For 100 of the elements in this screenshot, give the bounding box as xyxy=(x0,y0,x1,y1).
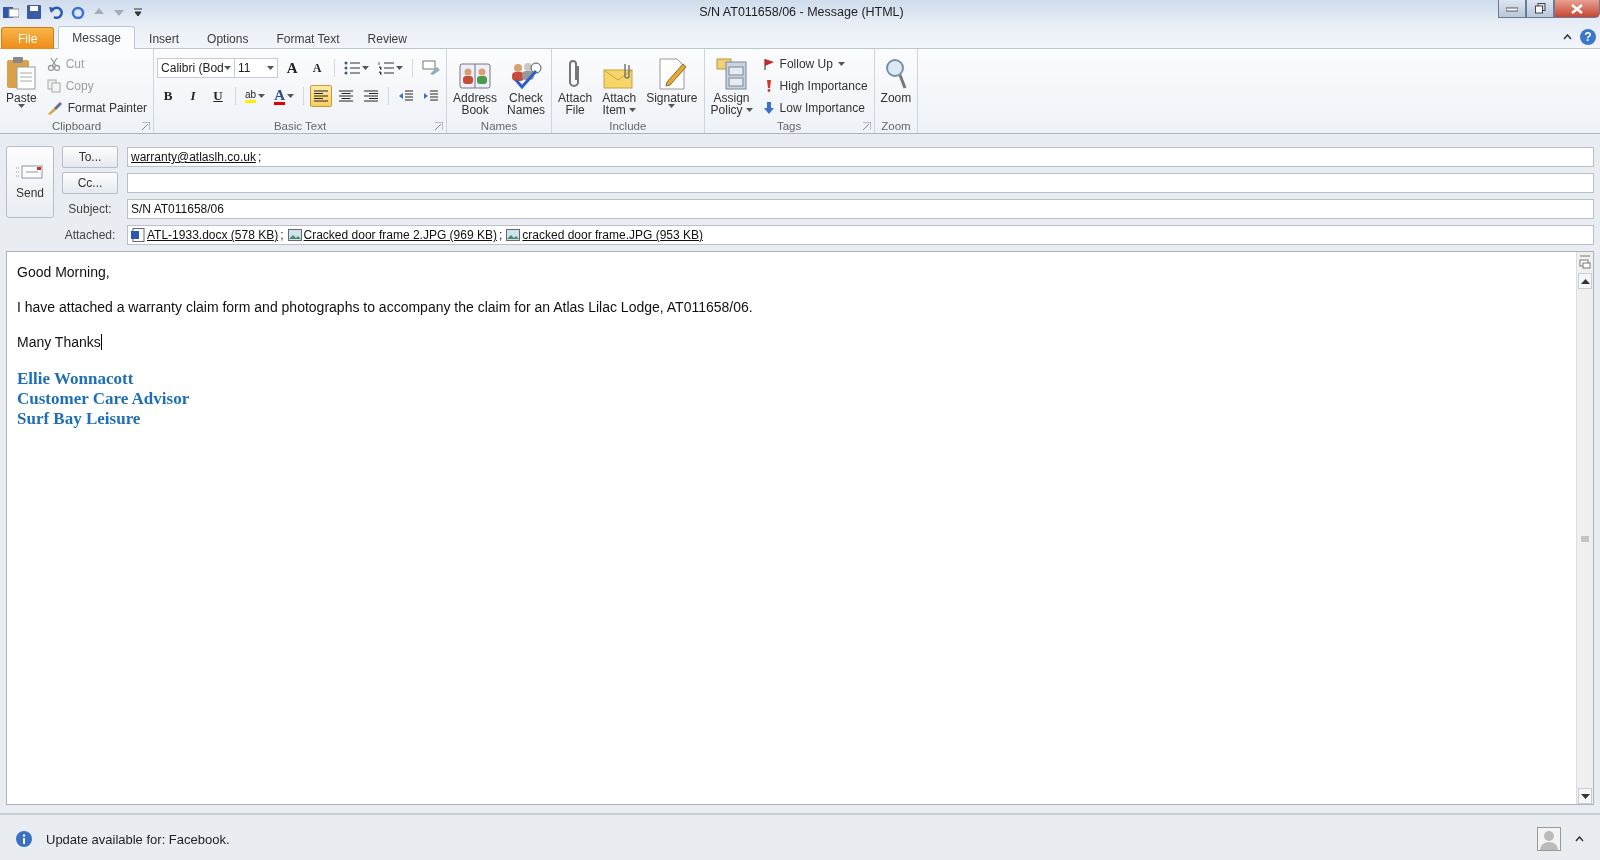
magnifier-icon xyxy=(883,58,908,90)
caret-icon xyxy=(362,66,370,70)
attach-file-button[interactable]: Attach File xyxy=(555,52,596,118)
signature-line: Surf Bay Leisure xyxy=(17,409,142,429)
align-icon xyxy=(364,90,378,102)
font-color-button[interactable]: A xyxy=(271,85,297,107)
caret-icon xyxy=(17,104,25,108)
subject-label: Subject: xyxy=(67,202,113,216)
copy-icon xyxy=(46,78,61,93)
save-icon xyxy=(27,5,41,19)
separator-text: ; xyxy=(257,150,262,164)
group-label: Basic Text xyxy=(273,119,327,132)
highlight-button[interactable]: ab xyxy=(242,85,269,107)
paintbrush-icon xyxy=(46,100,63,115)
launcher-icon xyxy=(862,122,871,130)
caret-icon xyxy=(396,66,404,70)
envelope-icon xyxy=(16,164,44,180)
file-cabinet-icon xyxy=(715,56,748,90)
grow-font-button[interactable]: A xyxy=(281,57,304,79)
to-button[interactable]: To... xyxy=(62,146,118,168)
caret-icon xyxy=(745,108,753,112)
paste-button[interactable]: Paste xyxy=(3,52,40,118)
font-size-dropdown[interactable]: 11 xyxy=(234,58,279,78)
send-button[interactable]: Send xyxy=(6,146,54,218)
recipient-link[interactable]: warranty@atlaslh.co.uk xyxy=(131,150,256,164)
word-document-icon xyxy=(131,228,145,242)
image-file-icon xyxy=(287,229,302,241)
group-label: Clipboard xyxy=(51,119,102,132)
pencil-document-icon xyxy=(656,58,687,90)
help-button[interactable]: ? xyxy=(1580,29,1596,45)
caret-icon xyxy=(837,61,845,66)
launcher-icon xyxy=(435,122,444,130)
undo-icon xyxy=(49,5,63,19)
follow-up-button[interactable]: Follow Up xyxy=(759,54,871,73)
align-icon xyxy=(314,90,328,102)
signature-line: Ellie Wonnacott xyxy=(17,369,135,389)
address-book-icon xyxy=(459,62,492,90)
flag-icon xyxy=(762,57,775,70)
font-name-dropdown[interactable]: Calibri (Bod xyxy=(157,58,236,78)
customize-icon xyxy=(133,7,143,17)
launcher-icon xyxy=(142,122,151,130)
ribbon-tab[interactable]: Format Text xyxy=(262,27,354,49)
attachment-link[interactable]: cracked door frame.JPG (953 KB) xyxy=(522,228,704,242)
to-field[interactable]: warranty@atlaslh.co.uk ; xyxy=(127,147,1594,167)
group-label: Zoom xyxy=(881,119,911,132)
caret-icon xyxy=(224,66,232,70)
down-arrow-icon xyxy=(762,101,775,114)
ribbon-tab[interactable]: Options xyxy=(193,27,263,49)
collapse-ribbon-icon xyxy=(1563,34,1572,40)
window-title: S/N AT011658/06 - Message (HTML) xyxy=(698,5,905,19)
ribbon-tab[interactable]: Message xyxy=(58,26,136,49)
low-importance-button[interactable]: Low Importance xyxy=(759,98,871,117)
caret-icon xyxy=(258,94,266,98)
assign-policy-button[interactable]: Assign Policy xyxy=(707,52,756,118)
close-icon xyxy=(1571,3,1583,14)
close-button[interactable] xyxy=(1554,0,1600,18)
ribbon-tab[interactable]: Insert xyxy=(135,27,194,49)
group-label: Names xyxy=(480,119,518,132)
zoom-button[interactable]: Zoom xyxy=(877,52,915,118)
group-label: Include xyxy=(609,119,647,132)
restore-icon xyxy=(1534,3,1546,14)
cc-button[interactable]: Cc... xyxy=(62,172,118,194)
ruler-toggle-icon xyxy=(1579,255,1591,269)
cc-field[interactable] xyxy=(127,173,1594,193)
attachment-link[interactable]: ATL-1933.docx (578 KB) xyxy=(147,228,279,242)
caret-up-icon xyxy=(1575,836,1584,842)
group-label: Tags xyxy=(776,119,802,132)
align-icon xyxy=(339,90,353,102)
address-book-button[interactable]: Address Book xyxy=(450,52,501,118)
check-names-button[interactable]: Check Names xyxy=(504,52,549,118)
high-importance-button[interactable]: High Importance xyxy=(759,76,871,95)
separator-text: ; xyxy=(280,228,284,242)
underline-button[interactable]: U xyxy=(207,85,230,107)
down-arrow-icon xyxy=(1580,793,1590,799)
format-painter-button[interactable]: Format Painter xyxy=(43,98,151,117)
subject-field[interactable]: S/N AT011658/06 xyxy=(127,199,1594,219)
attached-label: Attached: xyxy=(63,228,117,242)
attachment-link[interactable]: Cracked door frame 2.JPG (969 KB) xyxy=(303,228,497,242)
signature-button[interactable]: Signature xyxy=(643,52,701,118)
attach-item-button[interactable]: Attach Item xyxy=(599,52,640,118)
italic-button[interactable]: I xyxy=(182,85,205,107)
scroll-down-button[interactable] xyxy=(1578,788,1592,804)
numbered-list-icon xyxy=(378,61,395,75)
grip-icon xyxy=(1581,535,1589,542)
align-left-button[interactable] xyxy=(310,85,332,107)
minimize-icon xyxy=(1506,5,1518,12)
caret-icon xyxy=(668,104,676,108)
status-message: Update available for: Facebook. xyxy=(46,831,231,847)
bold-button[interactable]: B xyxy=(157,85,180,107)
ribbon-tab[interactable]: Review xyxy=(353,27,421,49)
bullet-list-icon xyxy=(344,61,361,75)
caret-icon xyxy=(267,66,275,70)
image-file-icon xyxy=(506,229,521,241)
scroll-up-button[interactable] xyxy=(1578,273,1592,289)
shrink-font-button[interactable]: A xyxy=(306,57,329,79)
indent-icon xyxy=(424,90,438,102)
clipboard-icon xyxy=(6,56,37,90)
info-icon xyxy=(16,831,32,847)
separator-text: ; xyxy=(498,228,503,242)
restore-button[interactable] xyxy=(1526,0,1554,18)
